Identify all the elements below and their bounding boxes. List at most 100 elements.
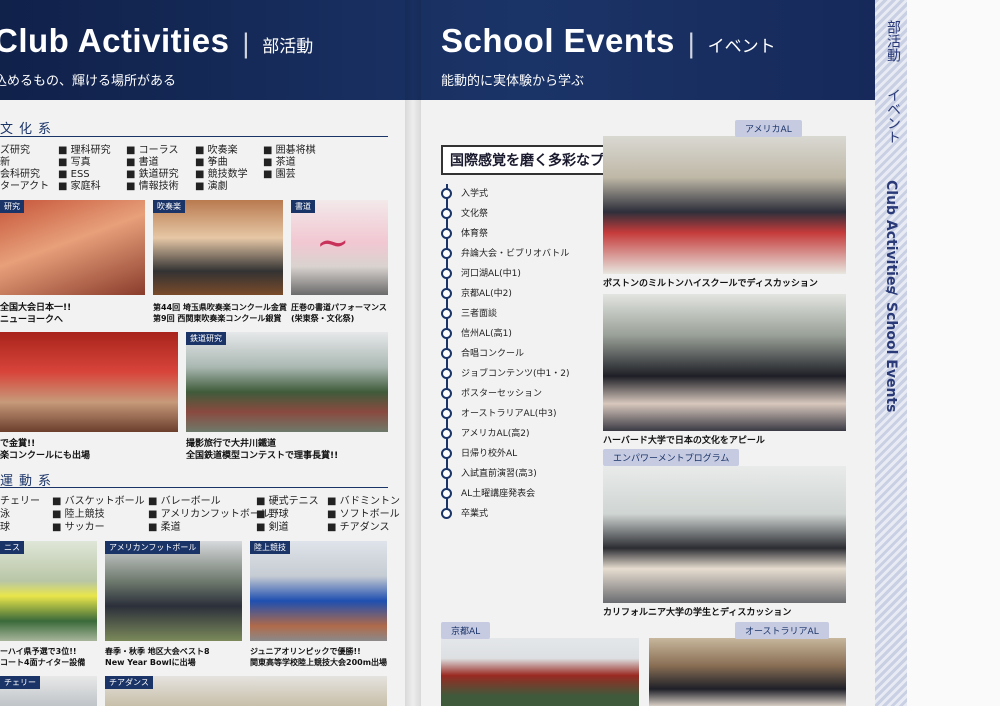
photo-empowerment	[603, 466, 846, 603]
left-header: Club Activities | 部活動 込めるもの、輝ける場所がある	[0, 22, 313, 89]
club-item: ■ バレーボール	[148, 496, 221, 507]
culture-heading-rule	[0, 136, 388, 137]
club-item: ■ アメリカンフットボール	[148, 509, 270, 520]
club-item: ■ 陸上競技	[52, 509, 105, 520]
photo-cheerdance: チアダンス	[105, 676, 387, 706]
tab-label-slash: /	[883, 290, 899, 296]
club-item: ■ 情報技術	[126, 181, 179, 192]
event-label: オーストラリアAL(中3)	[461, 409, 557, 419]
photo-australia-al	[649, 638, 846, 706]
event-label: 弁論大会・ビブリオバトル	[461, 249, 570, 259]
photo-caption: 圧巻の書道パフォーマンス (栄東祭・文化祭)	[291, 303, 387, 323]
calligraphy-brush-mark: ~	[316, 220, 350, 266]
photo-tag: 書道	[291, 200, 315, 213]
book-spine	[405, 0, 421, 706]
club-item: ■ バドミントン	[327, 496, 400, 507]
timeline-dot-icon	[441, 248, 452, 259]
event-item: 三者面談	[441, 306, 497, 319]
photo-research: 研究	[0, 200, 145, 295]
event-label: 京都AL(中2)	[461, 289, 512, 299]
photo-tag: チアダンス	[105, 676, 153, 689]
timeline-dot-icon	[441, 428, 452, 439]
photo-railway: 鉄道研究	[186, 332, 388, 432]
timeline-dot-icon	[441, 508, 452, 519]
club-item: ■ 野球	[256, 509, 289, 520]
photo-caption: ジュニアオリンピックで優勝!! 関東高等学校陸上競技大会200m出場	[250, 647, 388, 667]
timeline-dot-icon	[441, 268, 452, 279]
event-label: 合唱コンクール	[461, 349, 525, 359]
club-item: ■ 柔道	[148, 522, 181, 533]
event-label: 卒業式	[461, 509, 489, 519]
club-item: ターアクト	[0, 181, 50, 192]
timeline-dot-icon	[441, 448, 452, 459]
photo-pill-label: アメリカAL	[735, 120, 802, 137]
event-label: 体育祭	[461, 229, 489, 239]
event-item: 信州AL(高1)	[441, 326, 512, 339]
photo-tag: ニス	[0, 541, 24, 554]
club-item: ■ 家庭科	[58, 181, 101, 192]
event-item: アメリカAL(高2)	[441, 426, 529, 439]
timeline-dot-icon	[441, 388, 452, 399]
club-item: ■ ソフトボール	[327, 509, 400, 520]
event-label: 信州AL(高1)	[461, 329, 512, 339]
event-label: 日帰り校外AL	[461, 449, 518, 459]
page-title-right: School Events	[441, 22, 675, 59]
tab-label-events-en: School Events	[883, 302, 899, 413]
club-item: ■ サッカー	[52, 522, 105, 533]
photo-calligraphy: 書道 ~	[291, 200, 388, 295]
sports-heading-rule	[0, 487, 388, 488]
tab-label-clubs-jp: 部活動	[885, 20, 901, 62]
timeline-dot-icon	[441, 208, 452, 219]
photo-tag: 鉄道研究	[186, 332, 226, 345]
timeline-dot-icon	[441, 348, 452, 359]
photo-tag: チェリー	[0, 676, 40, 689]
club-item: ■ バスケットボール	[52, 496, 145, 507]
timeline-dot-icon	[441, 468, 452, 479]
photo-america-al	[603, 136, 846, 274]
photo-caption: ーハイ県予選で3位!! コート4面ナイター設備	[0, 647, 86, 667]
timeline-dot-icon	[441, 488, 452, 499]
photo-tennis: ニス	[0, 541, 97, 641]
photo-tag: 研究	[0, 200, 24, 213]
event-item: 合唱コンクール	[441, 346, 524, 359]
club-item: ■ 園芸	[263, 169, 296, 180]
club-item: チェリー	[0, 496, 40, 507]
club-item: 泳	[0, 509, 10, 520]
event-label: ポスターセッション	[461, 389, 543, 399]
page-title-left-jp: 部活動	[262, 37, 314, 57]
photo-caption: ハーバード大学で日本の文化をアピール	[603, 436, 765, 446]
event-item: AL土曜講座発表会	[441, 486, 535, 499]
photo-caption: 第44回 埼玉県吹奏楽コンクール金賞 第9回 西関東吹奏楽コンクール銀賞	[153, 303, 287, 323]
tab-label-clubs-en: Club Activities	[883, 180, 899, 294]
photo-american-football: アメリカンフットボール	[105, 541, 242, 641]
event-label: AL土曜講座発表会	[461, 489, 536, 499]
event-item: 体育祭	[441, 226, 488, 239]
photo-track-and-field: 陸上競技	[250, 541, 387, 641]
timeline-dot-icon	[441, 368, 452, 379]
photo-tag: 吹奏楽	[153, 200, 185, 213]
event-item: 文化祭	[441, 206, 488, 219]
timeline-dot-icon	[441, 328, 452, 339]
photo-brass-band: 吹奏楽	[153, 200, 283, 295]
section-index-tab[interactable]: 部活動 イベント Club Activities / School Events	[875, 0, 907, 706]
event-label: 三者面談	[461, 309, 498, 319]
photo-caption: ボストンのミルトンハイスクールでディスカッション	[603, 279, 818, 289]
photo-kyoto-al	[441, 638, 639, 706]
photo-pill-label: 京都AL	[441, 622, 491, 639]
page-title-right-jp: イベント	[707, 37, 776, 57]
event-item: オーストラリアAL(中3)	[441, 406, 556, 419]
photo-caption: 撮影旅行で大井川鐵道 全国鉄道模型コンテストで理事長賞!!	[186, 439, 339, 461]
timeline-dot-icon	[441, 288, 452, 299]
event-label: 入試直前演習(高3)	[461, 469, 537, 479]
photo-pill-label: エンパワーメントプログラム	[603, 449, 740, 466]
photo-archery: チェリー	[0, 676, 97, 706]
title-separator: |	[241, 29, 251, 59]
event-item: 河口湖AL(中1)	[441, 266, 521, 279]
timeline-dot-icon	[441, 228, 452, 239]
club-item: ■ 硬式テニス	[256, 496, 319, 507]
page-margin	[907, 0, 1000, 706]
timeline-dot-icon	[441, 408, 452, 419]
page-title-left: Club Activities	[0, 22, 230, 59]
timeline-dot-icon	[441, 308, 452, 319]
event-label: アメリカAL(高2)	[461, 429, 530, 439]
